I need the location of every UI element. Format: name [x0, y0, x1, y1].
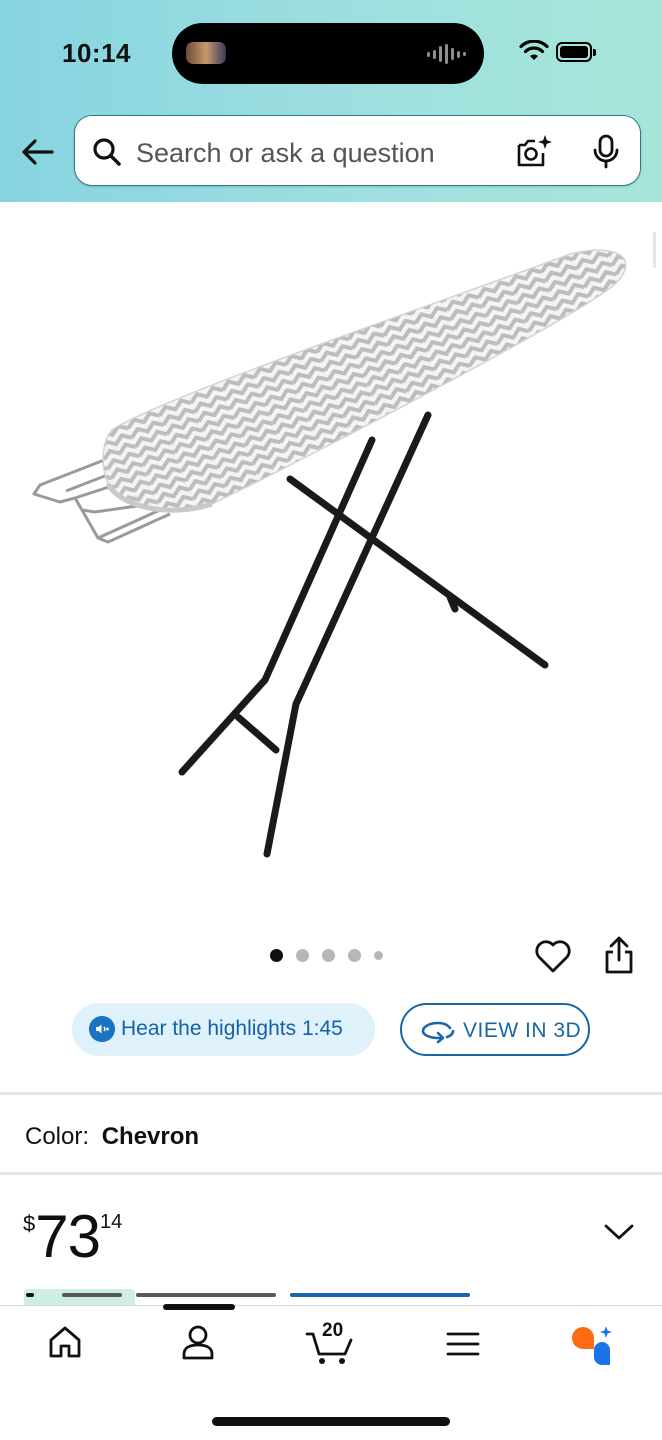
- color-value: Chevron: [101, 1123, 200, 1150]
- menu-icon[interactable]: [446, 1331, 480, 1357]
- microphone-icon[interactable]: [591, 134, 621, 170]
- assistant-icon[interactable]: [570, 1324, 616, 1366]
- bottom-navigation: 20: [0, 1304, 662, 1440]
- audio-speaker-icon: [89, 1016, 115, 1042]
- hear-highlights-label: Hear the highlights 1:45: [121, 1017, 343, 1040]
- clipped-text-row: [0, 1289, 662, 1305]
- heart-icon[interactable]: [534, 938, 572, 974]
- back-arrow-icon[interactable]: [18, 132, 58, 172]
- user-icon[interactable]: [180, 1324, 216, 1362]
- section-divider: [0, 1172, 662, 1175]
- battery-icon: [556, 42, 596, 62]
- price-whole: 73: [35, 1203, 101, 1270]
- cart-count-badge: 20: [322, 1320, 344, 1341]
- view-in-3d-label: VIEW IN 3D: [463, 1019, 582, 1042]
- chevron-down-icon[interactable]: [603, 1222, 635, 1242]
- carousel-dot[interactable]: [348, 949, 361, 962]
- view-in-3d-button[interactable]: VIEW IN 3D: [400, 1003, 590, 1056]
- price: $ 73 14: [23, 1205, 122, 1269]
- color-label: Color:: [25, 1123, 90, 1150]
- carousel-dot[interactable]: [296, 949, 309, 962]
- camera-lens-icon[interactable]: [515, 133, 553, 171]
- share-icon[interactable]: [603, 936, 635, 976]
- status-time: 10:14: [62, 38, 131, 68]
- scroll-indicator: [653, 232, 656, 268]
- product-image-ironing-board[interactable]: [0, 202, 662, 922]
- search-icon: [93, 138, 121, 166]
- home-indicator: [212, 1417, 450, 1426]
- hear-highlights-button[interactable]: Hear the highlights 1:45: [72, 1003, 375, 1056]
- carousel-dot-active[interactable]: [270, 949, 283, 962]
- now-playing-thumbnail: [186, 42, 226, 64]
- section-divider: [0, 1092, 662, 1095]
- carousel-dot[interactable]: [322, 949, 335, 962]
- price-symbol: $: [23, 1211, 36, 1236]
- audio-waveform-icon: [427, 43, 466, 65]
- dynamic-island: [172, 23, 484, 84]
- search-bar[interactable]: Search or ask a question: [74, 115, 641, 186]
- wifi-icon: [519, 40, 549, 60]
- color-selector[interactable]: Color: Chevron: [25, 1123, 199, 1151]
- active-tab-indicator: [163, 1304, 235, 1310]
- carousel-dot[interactable]: [374, 951, 383, 960]
- home-icon[interactable]: [47, 1324, 83, 1360]
- search-input[interactable]: Search or ask a question: [136, 138, 435, 169]
- app-header: 10:14 Search or ask a question: [0, 0, 662, 202]
- rotate-3d-icon: [421, 1021, 455, 1044]
- image-carousel-dots[interactable]: [270, 949, 383, 962]
- price-fraction: 14: [100, 1211, 123, 1233]
